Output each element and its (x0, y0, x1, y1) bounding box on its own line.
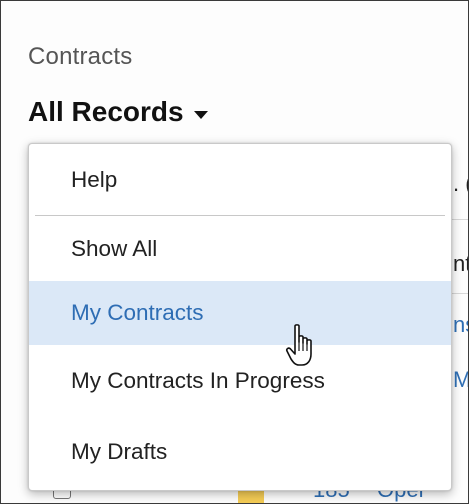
hand-pointer-cursor-icon (285, 324, 312, 366)
caret-down-icon (193, 111, 208, 119)
menu-item-help[interactable]: Help (29, 144, 451, 215)
background-column-fragment: . ( (453, 171, 468, 196)
view-selector-label: All Records (28, 96, 184, 127)
background-text-fragment: nt (453, 251, 468, 276)
menu-item-my-drafts[interactable]: My Drafts (29, 416, 451, 488)
view-dropdown-menu: Help Show All My Contracts My Contracts … (28, 143, 452, 491)
menu-item-my-contracts[interactable]: My Contracts (29, 281, 451, 345)
menu-item-my-contracts-in-progress[interactable]: My Contracts In Progress (29, 345, 451, 416)
background-link-fragment[interactable]: ns (453, 312, 468, 338)
contracts-panel: Contracts All Records . ( nt ns M . 185 … (0, 0, 469, 504)
view-selector-button[interactable]: All Records (28, 96, 208, 128)
menu-item-show-all[interactable]: Show All (29, 216, 451, 281)
module-title: Contracts (28, 43, 133, 70)
background-link-fragment[interactable]: M . (453, 367, 468, 393)
